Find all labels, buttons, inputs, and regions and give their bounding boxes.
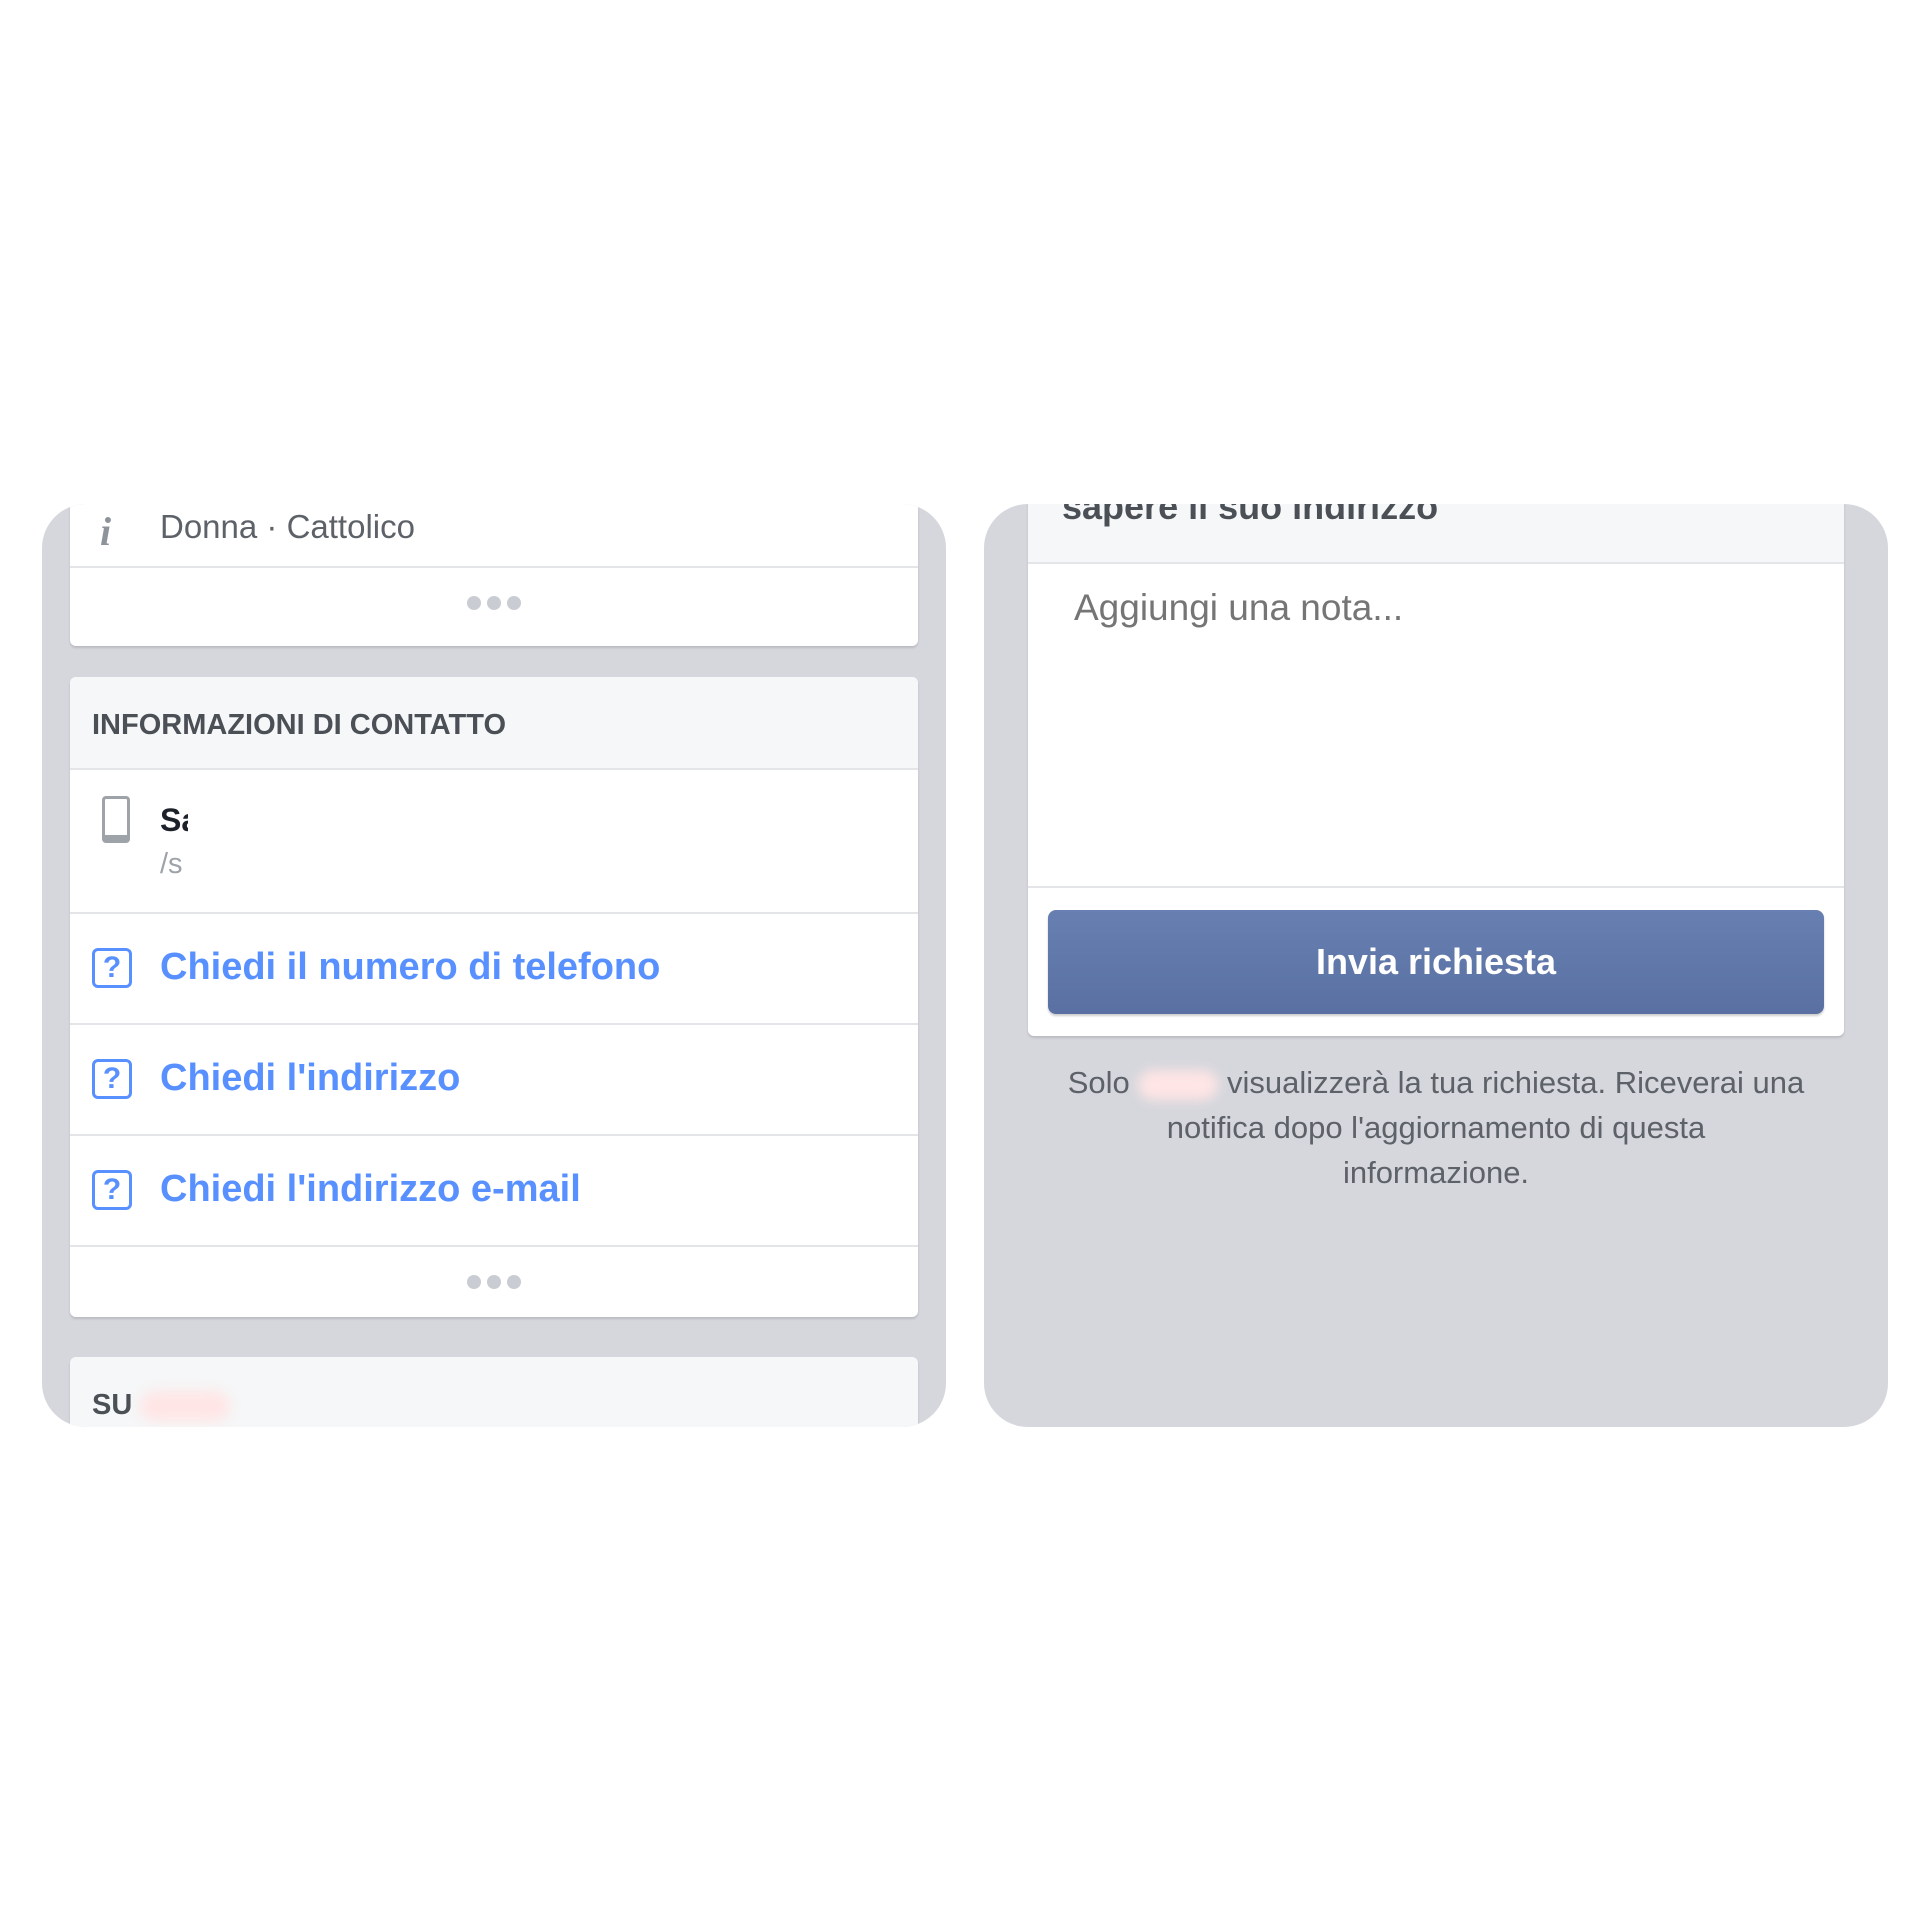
profile-details: Donna · Cattolico [160,508,415,545]
request-footer: Solo visualizzerà la tua richiesta. Rice… [1024,1060,1848,1195]
question-icon: ? [92,1170,132,1210]
request-title-row: sapere il suo indirizzo [1028,504,1844,564]
more-dots-icon [467,596,521,610]
contact-info-header: INFORMAZIONI DI CONTATTO [70,677,918,770]
profile-info-card: i Donna · Cattolico [70,504,918,646]
note-area [1028,564,1844,888]
footer-line-3: informazione. [1342,1155,1530,1190]
profile-screen: i Donna · Cattolico INFORMAZIONI DI CONT… [42,504,946,1427]
more-dots-icon [467,1275,521,1289]
contact-name: Sa [160,802,188,838]
send-request-button[interactable]: Invia richiesta [1048,910,1824,1014]
contact-handle: /s [160,848,183,880]
question-icon: ? [92,948,132,988]
question-icon: ? [92,1059,132,1099]
contact-info-title: INFORMAZIONI DI CONTATTO [92,709,507,741]
note-input[interactable] [1072,586,1796,630]
contact-mobile-row[interactable]: Sa /s [70,770,918,914]
more-button[interactable] [70,568,918,646]
ask-phone-link[interactable]: Chiedi il numero di telefono [160,946,660,989]
more-button[interactable] [70,1247,918,1317]
request-title: sapere il suo indirizzo [1062,504,1439,527]
ask-address-row[interactable]: ? Chiedi l'indirizzo [70,1025,918,1136]
about-card: SU [70,1357,918,1427]
ask-email-row[interactable]: ? Chiedi l'indirizzo e-mail [70,1136,918,1247]
footer-line-1: Solo visualizzerà la tua richiesta. Rice… [1067,1065,1805,1100]
contact-info-card: INFORMAZIONI DI CONTATTO Sa /s ? Chiedi … [70,677,918,1317]
profile-info-row: i Donna · Cattolico [70,504,918,568]
ask-email-link[interactable]: Chiedi l'indirizzo e-mail [160,1168,581,1211]
ask-phone-row[interactable]: ? Chiedi il numero di telefono [70,914,918,1025]
footer-line-2: notifica dopo l'aggiornamento di questa [1166,1110,1706,1145]
request-screen: sapere il suo indirizzo Invia richiesta … [984,504,1888,1427]
ask-address-link[interactable]: Chiedi l'indirizzo [160,1057,460,1100]
redacted-name [140,1391,230,1421]
request-card: sapere il suo indirizzo Invia richiesta [1028,504,1844,1036]
mobile-phone-icon [102,796,130,843]
info-icon: i [100,509,112,554]
redacted-name [1138,1069,1219,1100]
about-title: SU [92,1389,133,1421]
